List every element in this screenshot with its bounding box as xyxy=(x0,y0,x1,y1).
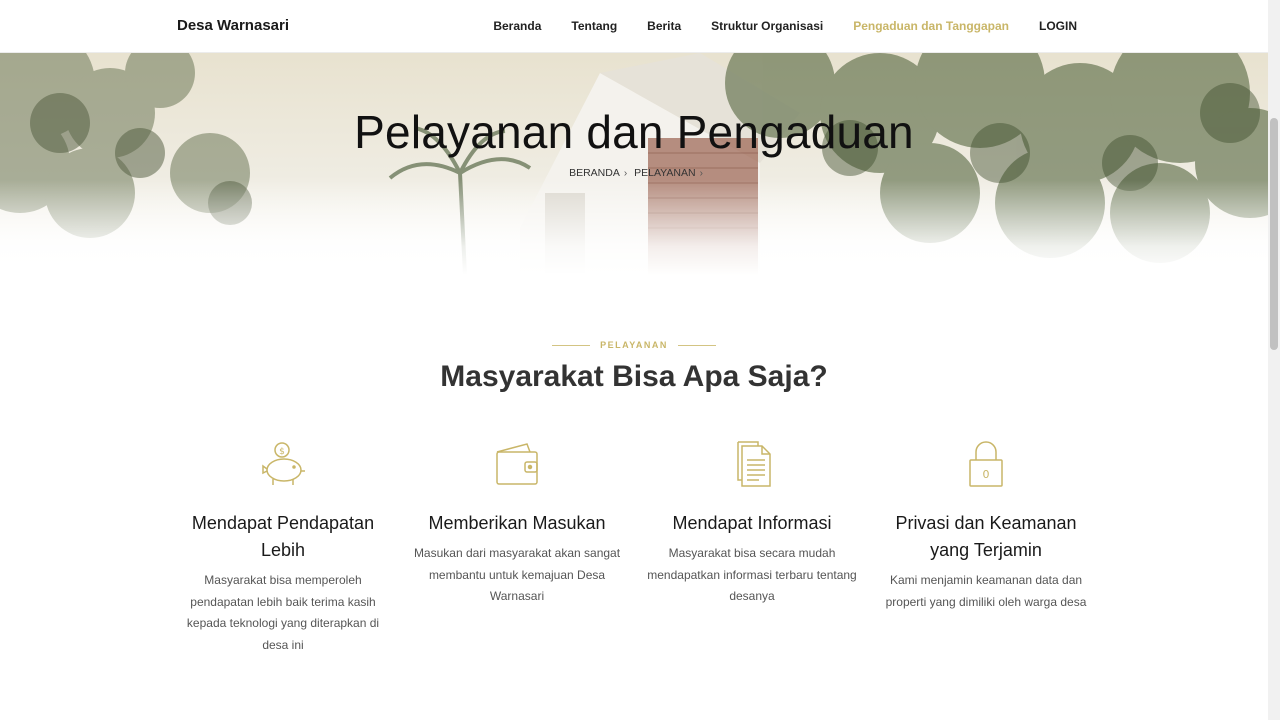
hero-banner: Pelayanan dan Pengaduan BERANDA › PELAYAN… xyxy=(0,53,1268,275)
wallet-icon xyxy=(496,443,538,485)
nav-login[interactable]: LOGIN xyxy=(1039,19,1077,33)
feature-title: Memberikan Masukan xyxy=(428,513,606,533)
feature-description: Masukan dari masyarakat akan sangat memb… xyxy=(413,546,621,603)
breadcrumb: BERANDA › PELAYANAN › xyxy=(0,167,1268,179)
chevron-right-icon: › xyxy=(699,168,703,179)
section-title: Masyarakat Bisa Apa Saja? xyxy=(440,360,828,393)
section-eyebrow-label: PELAYANAN xyxy=(600,340,668,350)
divider xyxy=(677,344,716,346)
svg-text:$: $ xyxy=(279,447,285,457)
feature-description: Masyarakat bisa memperoleh pendapatan le… xyxy=(186,573,380,652)
page-scrollbar[interactable] xyxy=(1268,0,1280,720)
nav-tentang[interactable]: Tentang xyxy=(571,19,617,33)
feature-description: Masyarakat bisa secara mudah mendapatkan… xyxy=(647,546,857,603)
feature-card: 0 Privasi dan Keamanan yang Terjamin Kam… xyxy=(882,440,1090,613)
section-eyebrow: PELAYANAN xyxy=(0,340,1268,350)
divider xyxy=(552,344,591,346)
nav-beranda[interactable]: Beranda xyxy=(493,19,541,33)
breadcrumb-pelayanan[interactable]: PELAYANAN xyxy=(634,167,695,179)
feature-title: Mendapat Pendapatan Lebih xyxy=(191,513,375,560)
nav-pengaduan[interactable]: Pengaduan dan Tanggapan xyxy=(853,19,1009,33)
feature-card: $ Mendapat Pendapatan Lebih Masyarakat b… xyxy=(183,440,383,656)
chevron-right-icon: › xyxy=(623,168,628,179)
nav-links: Beranda Tentang Berita Struktur Organisa… xyxy=(493,19,1077,33)
piggy-bank-icon: $ xyxy=(262,442,305,485)
page-title: Pelayanan dan Pengaduan xyxy=(354,106,914,158)
nav-struktur-organisasi[interactable]: Struktur Organisasi xyxy=(711,19,823,33)
scrollbar-thumb[interactable] xyxy=(1270,118,1278,350)
navbar: Desa Warnasari Beranda Tentang Berita St… xyxy=(0,0,1268,53)
feature-title: Mendapat Informasi xyxy=(672,513,832,533)
feature-card: Mendapat Informasi Masyarakat bisa secar… xyxy=(643,440,861,608)
document-icon xyxy=(737,441,771,487)
breadcrumb-beranda[interactable]: BERANDA xyxy=(569,167,620,179)
svg-text:0: 0 xyxy=(983,468,990,481)
lock-icon: 0 xyxy=(969,441,1003,487)
brand-logo[interactable]: Desa Warnasari xyxy=(177,17,289,34)
feature-title: Privasi dan Keamanan yang Terjamin xyxy=(895,513,1077,560)
feature-card: Memberikan Masukan Masukan dari masyarak… xyxy=(412,440,622,608)
nav-berita[interactable]: Berita xyxy=(647,19,681,33)
feature-description: Kami menjamin keamanan data dan properti… xyxy=(885,573,1087,609)
